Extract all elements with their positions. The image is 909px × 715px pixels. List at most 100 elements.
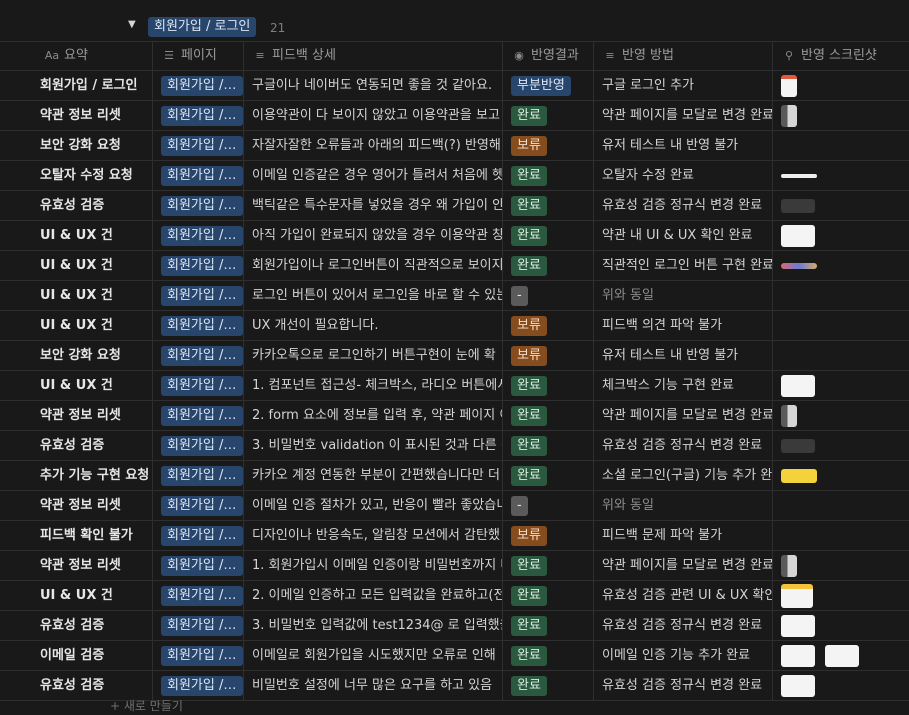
status-cell[interactable]: 완료: [503, 191, 594, 220]
screenshot-thumbnail[interactable]: [781, 468, 817, 483]
page-cell[interactable]: 회원가입 / 로그인: [153, 71, 244, 100]
screenshot-thumbnail[interactable]: [781, 74, 797, 97]
detail-cell[interactable]: 아직 가입이 완료되지 않았을 경우 이용약관 창: [244, 221, 503, 250]
screenshot-thumbnail[interactable]: [781, 262, 817, 269]
summary-cell[interactable]: 보안 강화 요청: [0, 131, 153, 160]
method-cell[interactable]: 유효성 검증 관련 UI & UX 확인 완료: [594, 581, 773, 610]
screenshot-thumbnail[interactable]: [781, 198, 815, 213]
screenshot-cell[interactable]: [773, 191, 909, 220]
method-cell[interactable]: 약관 내 UI & UX 확인 완료: [594, 221, 773, 250]
detail-cell[interactable]: 회원가입이나 로그인버튼이 직관적으로 보이지: [244, 251, 503, 280]
status-cell[interactable]: 완료: [503, 671, 594, 700]
method-cell[interactable]: 유효성 검증 정규식 변경 완료: [594, 671, 773, 700]
column-header[interactable]: Aa 요약: [0, 42, 153, 70]
detail-cell[interactable]: 구글이나 네이버도 연동되면 좋을 것 같아요.: [244, 71, 503, 100]
method-cell[interactable]: 유효성 검증 정규식 변경 완료: [594, 431, 773, 460]
status-cell[interactable]: 완료: [503, 401, 594, 430]
screenshot-thumbnail[interactable]: [781, 674, 815, 697]
screenshot-cell[interactable]: [773, 251, 909, 280]
screenshot-cell[interactable]: [773, 641, 909, 670]
method-cell[interactable]: 유효성 검증 정규식 변경 완료: [594, 611, 773, 640]
table-row[interactable]: 유효성 검증 회원가입 / 로그인백틱같은 특수문자를 넣었을 경우 왜 가입이 …: [0, 191, 909, 221]
summary-cell[interactable]: 피드백 확인 불가: [0, 521, 153, 550]
detail-cell[interactable]: 카카오 계정 연동한 부분이 간편했습니다만 더: [244, 461, 503, 490]
detail-cell[interactable]: 이용약관이 다 보이지 않았고 이용약관을 보고: [244, 101, 503, 130]
screenshot-cell[interactable]: [773, 521, 909, 550]
screenshot-cell[interactable]: [773, 431, 909, 460]
method-cell[interactable]: 유효성 검증 정규식 변경 완료: [594, 191, 773, 220]
screenshot-thumbnail[interactable]: [781, 583, 813, 608]
detail-cell[interactable]: 2. form 요소에 정보를 입력 후, 약관 페이지 이: [244, 401, 503, 430]
table-row[interactable]: 유효성 검증 회원가입 / 로그인3. 비밀번호 validation 이 표시된…: [0, 431, 909, 461]
screenshot-cell[interactable]: [773, 311, 909, 340]
page-cell[interactable]: 회원가입 / 로그인: [153, 131, 244, 160]
page-cell[interactable]: 회원가입 / 로그인: [153, 611, 244, 640]
table-row[interactable]: 오탈자 수정 요청 회원가입 / 로그인이메일 인증같은 경우 영어가 틀려서 처…: [0, 161, 909, 191]
table-row[interactable]: 약관 정보 리셋 회원가입 / 로그인1. 회원가입시 이메일 인증이랑 비밀번호…: [0, 551, 909, 581]
method-cell[interactable]: 이메일 인증 기능 추가 완료: [594, 641, 773, 670]
status-cell[interactable]: 보류: [503, 131, 594, 160]
summary-cell[interactable]: 유효성 검증: [0, 431, 153, 460]
table-row[interactable]: 피드백 확인 불가 회원가입 / 로그인디자인이나 반응속도, 알림창 모션에서 …: [0, 521, 909, 551]
screenshot-thumbnail[interactable]: [781, 173, 817, 178]
page-cell[interactable]: 회원가입 / 로그인: [153, 641, 244, 670]
status-cell[interactable]: 보류: [503, 341, 594, 370]
status-cell[interactable]: 보류: [503, 521, 594, 550]
screenshot-cell[interactable]: [773, 341, 909, 370]
summary-cell[interactable]: 약관 정보 리셋: [0, 491, 153, 520]
detail-cell[interactable]: UX 개선이 필요합니다.: [244, 311, 503, 340]
page-cell[interactable]: 회원가입 / 로그인: [153, 251, 244, 280]
method-cell[interactable]: 위와 동일: [594, 491, 773, 520]
table-row[interactable]: UI & UX 건 회원가입 / 로그인회원가입이나 로그인버튼이 직관적으로 보…: [0, 251, 909, 281]
status-cell[interactable]: 완료: [503, 161, 594, 190]
method-cell[interactable]: 피드백 의견 파악 불가: [594, 311, 773, 340]
summary-cell[interactable]: 유효성 검증: [0, 191, 153, 220]
screenshot-cell[interactable]: [773, 371, 909, 400]
screenshot-cell[interactable]: [773, 221, 909, 250]
table-row[interactable]: UI & UX 건 회원가입 / 로그인아직 가입이 완료되지 않았을 경우 이용…: [0, 221, 909, 251]
status-cell[interactable]: 완료: [503, 641, 594, 670]
summary-cell[interactable]: 유효성 검증: [0, 671, 153, 700]
status-cell[interactable]: 완료: [503, 611, 594, 640]
column-header[interactable]: ☰ 페이지: [153, 42, 244, 70]
method-cell[interactable]: 약관 페이지를 모달로 변경 완료: [594, 551, 773, 580]
table-row[interactable]: UI & UX 건 회원가입 / 로그인로그인 버튼이 있어서 로그인을 바로 할…: [0, 281, 909, 311]
screenshot-cell[interactable]: [773, 101, 909, 130]
column-header[interactable]: ◉ 반영결과: [503, 42, 594, 70]
method-cell[interactable]: 오탈자 수정 완료: [594, 161, 773, 190]
screenshot-cell[interactable]: [773, 581, 909, 610]
method-cell[interactable]: 약관 페이지를 모달로 변경 완료: [594, 101, 773, 130]
table-row[interactable]: 추가 기능 구현 요청 회원가입 / 로그인카카오 계정 연동한 부분이 간편했습…: [0, 461, 909, 491]
screenshot-cell[interactable]: [773, 71, 909, 100]
summary-cell[interactable]: UI & UX 건: [0, 251, 153, 280]
detail-cell[interactable]: 1. 컴포넌트 접근성- 체크박스, 라디오 버튼에서: [244, 371, 503, 400]
summary-cell[interactable]: 회원가입 / 로그인: [0, 71, 153, 100]
status-cell[interactable]: 완료: [503, 101, 594, 130]
detail-cell[interactable]: 이메일 인증같은 경우 영어가 틀려서 처음에 헷: [244, 161, 503, 190]
method-cell[interactable]: 피드백 문제 파악 불가: [594, 521, 773, 550]
screenshot-thumbnail[interactable]: [781, 374, 815, 397]
summary-cell[interactable]: 약관 정보 리셋: [0, 401, 153, 430]
status-cell[interactable]: 완료: [503, 221, 594, 250]
screenshot-cell[interactable]: [773, 131, 909, 160]
table-row[interactable]: 이메일 검증 회원가입 / 로그인이메일로 회원가입을 시도했지만 오류로 인해 완…: [0, 641, 909, 671]
screenshot-cell[interactable]: [773, 491, 909, 520]
detail-cell[interactable]: 1. 회원가입시 이메일 인증이랑 비밀번호까지 다: [244, 551, 503, 580]
table-row[interactable]: UI & UX 건 회원가입 / 로그인UX 개선이 필요합니다. 보류 피드백 의견…: [0, 311, 909, 341]
page-cell[interactable]: 회원가입 / 로그인: [153, 281, 244, 310]
method-cell[interactable]: 직관적인 로그인 버튼 구현 완료: [594, 251, 773, 280]
table-row[interactable]: 회원가입 / 로그인회원가입 / 로그인구글이나 네이버도 연동되면 좋을 것 …: [0, 71, 909, 101]
page-cell[interactable]: 회원가입 / 로그인: [153, 341, 244, 370]
table-row[interactable]: 약관 정보 리셋 회원가입 / 로그인이메일 인증 절차가 있고, 반응이 빨라 …: [0, 491, 909, 521]
status-cell[interactable]: 완료: [503, 251, 594, 280]
screenshot-thumbnail[interactable]: [781, 104, 797, 127]
status-cell[interactable]: 완료: [503, 581, 594, 610]
method-cell[interactable]: 소셜 로그인(구글) 기능 추가 완료: [594, 461, 773, 490]
summary-cell[interactable]: 추가 기능 구현 요청: [0, 461, 153, 490]
summary-cell[interactable]: 이메일 검증: [0, 641, 153, 670]
screenshot-thumbnail[interactable]: [781, 554, 797, 577]
status-cell[interactable]: -: [503, 491, 594, 520]
status-cell[interactable]: 완료: [503, 431, 594, 460]
page-cell[interactable]: 회원가입 / 로그인: [153, 311, 244, 340]
page-cell[interactable]: 회원가입 / 로그인: [153, 551, 244, 580]
